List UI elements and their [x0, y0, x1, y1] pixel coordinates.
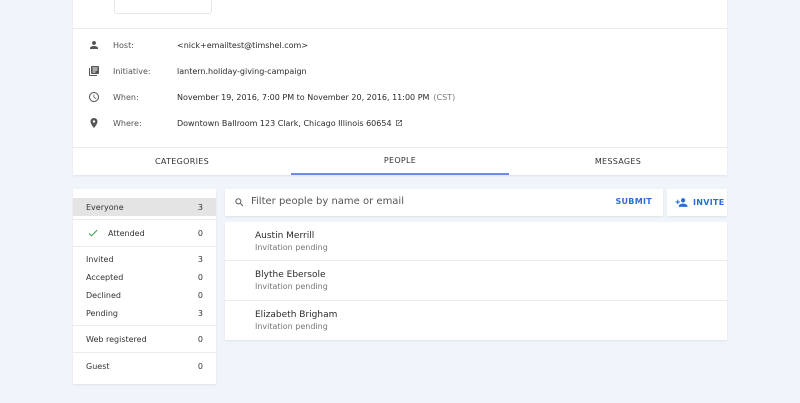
when-label: When:: [113, 92, 139, 102]
person-icon: [90, 41, 98, 49]
filter-label: Declined: [86, 290, 121, 300]
when-value: November 19, 2016, 7:00 PM to November 2…: [177, 93, 455, 102]
people-filter-panel: Everyone 3 Attended 0 Invited 3 Accepted…: [73, 189, 216, 384]
filter-declined[interactable]: Declined 0: [73, 286, 216, 304]
filter-label: Pending: [86, 308, 118, 318]
filter-count: 3: [197, 254, 203, 264]
initiative-value[interactable]: lantern.holiday-giving-campaign: [177, 67, 307, 76]
location-pin-icon: [90, 118, 98, 128]
where-value[interactable]: Downtown Ballroom 123 Clark, Chicago Ill…: [177, 119, 403, 128]
filter-accepted[interactable]: Accepted 0: [73, 268, 216, 286]
filter-invited[interactable]: Invited 3: [73, 250, 216, 268]
filter-label: Everyone: [86, 202, 124, 212]
host-value: <nick+emailtest@timshel.com>: [177, 40, 309, 50]
invite-label: INVITE: [693, 198, 725, 207]
divider: [73, 325, 216, 326]
filter-label: Web registered: [86, 334, 147, 344]
person-name: Blythe Ebersole: [255, 270, 326, 280]
person-status: Invitation pending: [255, 322, 328, 331]
filter-count: 0: [197, 361, 203, 371]
filter-web-registered[interactable]: Web registered 0: [73, 330, 216, 348]
tab-categories[interactable]: CATEGORIES: [73, 147, 291, 175]
divider: [73, 219, 216, 220]
filter-attended[interactable]: Attended 0: [73, 224, 216, 242]
people-list: Austin Merrill Invitation pending Blythe…: [225, 222, 727, 340]
filter-everyone[interactable]: Everyone 3: [73, 198, 216, 216]
people-search-bar: Filter people by name or email SUBMIT: [225, 189, 663, 216]
divider: [73, 352, 216, 353]
event-details-card: 2016 2016 Host: <nick+emailtest@timshel.…: [73, 0, 727, 175]
search-input[interactable]: Filter people by name or email: [251, 196, 404, 207]
filter-count: 0: [197, 290, 203, 300]
invite-button[interactable]: INVITE: [667, 189, 727, 216]
list-item[interactable]: Elizabeth Brigham Invitation pending: [225, 301, 727, 340]
host-label: Host:: [113, 40, 134, 50]
person-name: Austin Merrill: [255, 231, 315, 241]
when-text: November 19, 2016, 7:00 PM to November 2…: [177, 92, 430, 102]
filter-label: Attended: [108, 228, 145, 238]
date-year-end: 2016: [176, 0, 196, 2]
filter-guest[interactable]: Guest 0: [73, 357, 216, 375]
submit-button[interactable]: SUBMIT: [615, 197, 652, 206]
library-books-icon: [89, 66, 99, 76]
check-icon: [88, 229, 98, 237]
divider: [73, 28, 727, 29]
list-item[interactable]: Blythe Ebersole Invitation pending: [225, 261, 727, 300]
external-link-icon[interactable]: [395, 119, 403, 127]
filter-pending[interactable]: Pending 3: [73, 304, 216, 322]
filter-label: Guest: [86, 361, 110, 371]
person-add-icon: [675, 198, 688, 207]
date-box: 2016 2016: [114, 0, 212, 14]
search-icon: [235, 198, 244, 207]
filter-count: 3: [197, 308, 203, 318]
filter-count: 0: [197, 272, 203, 282]
person-status: Invitation pending: [255, 243, 328, 252]
date-year-start: 2016: [131, 0, 151, 2]
tab-messages[interactable]: MESSAGES: [509, 147, 727, 175]
filter-count: 0: [197, 334, 203, 344]
clock-icon: [89, 92, 99, 102]
divider: [73, 246, 216, 247]
person-name: Elizabeth Brigham: [255, 310, 338, 320]
list-item[interactable]: Austin Merrill Invitation pending: [225, 222, 727, 261]
filter-label: Accepted: [86, 272, 124, 282]
timezone-label: (CST): [433, 92, 456, 102]
tab-people[interactable]: PEOPLE: [291, 147, 509, 175]
filter-label: Invited: [86, 254, 114, 264]
filter-count: 3: [197, 202, 203, 212]
where-label: Where:: [113, 118, 142, 128]
person-status: Invitation pending: [255, 282, 328, 291]
filter-count: 0: [197, 228, 203, 238]
where-text[interactable]: Downtown Ballroom 123 Clark, Chicago Ill…: [177, 119, 392, 128]
initiative-label: Initiative:: [113, 66, 151, 76]
